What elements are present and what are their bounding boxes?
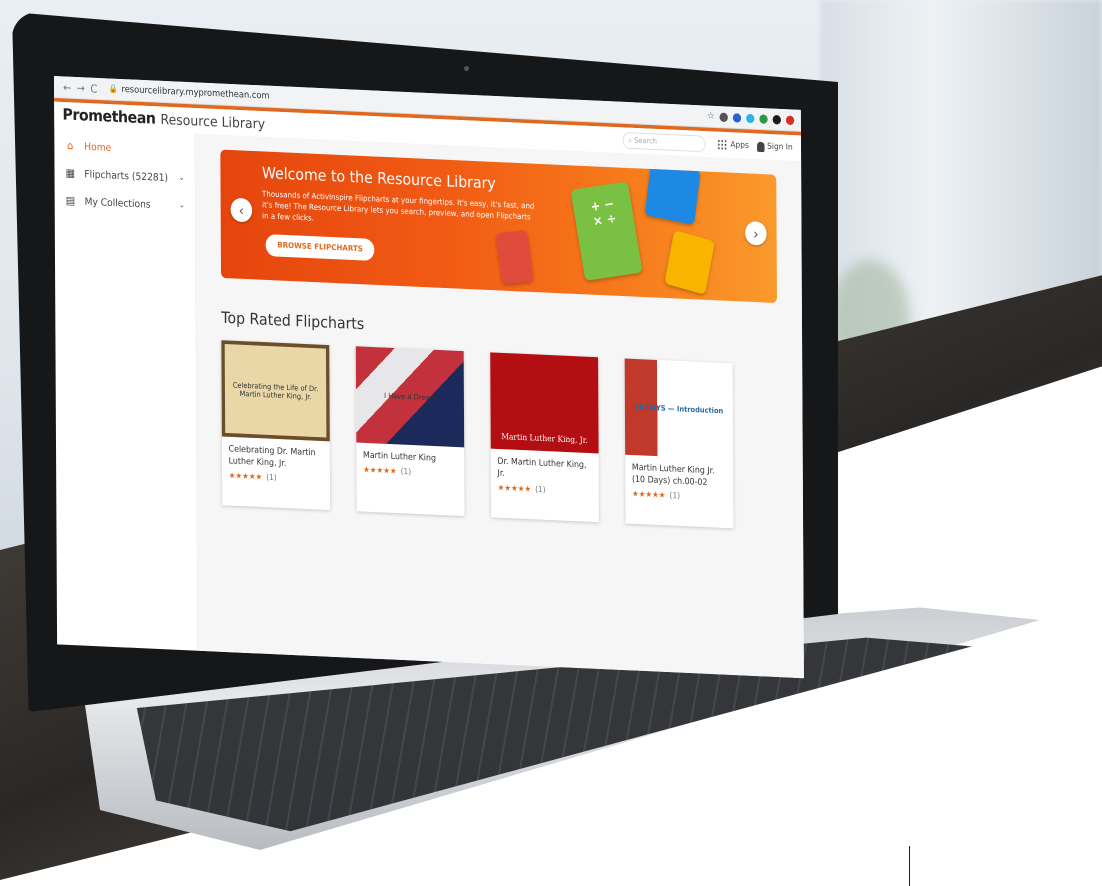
forward-icon[interactable]: → bbox=[74, 81, 87, 94]
laptop-screen: ← → C 🔒 resourcelibrary.mypromethean.com… bbox=[54, 76, 804, 679]
math-symbols: + − × ÷ bbox=[589, 196, 618, 230]
star-rating-icon: ★★★★★ bbox=[631, 489, 666, 501]
star-rating-icon: ★★★★★ bbox=[497, 483, 532, 495]
home-icon: ⌂ bbox=[66, 138, 74, 153]
flipchart-tile-green: + − × ÷ bbox=[570, 181, 643, 281]
brand-logo[interactable]: Promethean bbox=[62, 106, 155, 129]
rating-count: (1) bbox=[266, 472, 277, 483]
site-title: Resource Library bbox=[160, 111, 266, 133]
flipchart-title[interactable]: Celebrating Dr. Martin Luther King, Jr. bbox=[222, 436, 330, 475]
back-icon[interactable]: ← bbox=[61, 80, 74, 94]
banner-title: Welcome to the Resource Library bbox=[261, 164, 496, 194]
flipchart-card[interactable]: Martin Luther King, Jr. Dr. Martin Luthe… bbox=[490, 352, 599, 523]
flipchart-title[interactable]: Dr. Martin Luther King, Jr. bbox=[491, 449, 599, 488]
sidebar-item-label: My Collections bbox=[84, 195, 151, 211]
apps-grid-icon bbox=[717, 139, 728, 151]
sidebar: ⌂ Home ▦ Flipcharts (52281) ⌄ ▤ My Colle… bbox=[54, 127, 199, 651]
flipchart-thumbnail[interactable]: Martin Luther King, Jr. bbox=[490, 352, 599, 454]
flipchart-card[interactable]: I Have a Dream Martin Luther King ★★★★★ … bbox=[355, 346, 465, 517]
sidebar-item-label: Flipcharts (52281) bbox=[84, 167, 169, 184]
carousel-next-button[interactable]: › bbox=[745, 220, 767, 246]
lock-icon: 🔒 bbox=[108, 84, 119, 95]
flipchart-thumbnail[interactable]: 10 DAYS — Introduction bbox=[624, 358, 734, 460]
star-icon[interactable]: ☆ bbox=[707, 111, 714, 121]
extension-icon[interactable] bbox=[719, 112, 728, 122]
rating-count: (1) bbox=[400, 467, 412, 477]
address-bar[interactable]: resourcelibrary.mypromethean.com bbox=[121, 85, 269, 102]
extension-icons: ☆ bbox=[707, 111, 795, 125]
extension-icon[interactable] bbox=[732, 112, 742, 123]
browse-flipcharts-button[interactable]: BROWSE FLIPCHARTS bbox=[265, 234, 375, 261]
collections-icon: ▤ bbox=[65, 193, 76, 208]
star-rating-icon: ★★★★★ bbox=[228, 471, 263, 482]
sidebar-item-collections[interactable]: ▤ My Collections ⌄ bbox=[55, 186, 195, 220]
flipchart-tile-blue bbox=[644, 160, 701, 225]
search-input[interactable]: ⌕ Search bbox=[622, 132, 706, 153]
flipchart-tile-red bbox=[495, 229, 534, 285]
sidebar-item-label: Home bbox=[84, 140, 112, 154]
chevron-down-icon[interactable]: ⌄ bbox=[179, 201, 185, 210]
flipchart-tile-yellow bbox=[664, 230, 716, 295]
star-rating-icon: ★★★★★ bbox=[363, 465, 397, 477]
flipchart-thumbnail[interactable]: Celebrating the Life of Dr. Martin Luthe… bbox=[221, 340, 330, 442]
divider-line bbox=[909, 846, 910, 886]
rating-count: (1) bbox=[669, 491, 681, 501]
sign-in-label: Sign In bbox=[767, 142, 793, 153]
flipchart-card[interactable]: 10 DAYS — Introduction Martin Luther Kin… bbox=[624, 358, 734, 529]
rating-count: (1) bbox=[535, 485, 546, 495]
carousel-prev-button[interactable]: ‹ bbox=[230, 197, 253, 223]
extension-icon[interactable] bbox=[759, 113, 768, 124]
flipchart-thumbnail[interactable]: I Have a Dream bbox=[355, 346, 465, 448]
welcome-carousel: + − × ÷ ‹ › Welcome to the Resource Libra… bbox=[220, 149, 777, 304]
user-icon bbox=[757, 141, 765, 152]
flipchart-cards: Celebrating the Life of Dr. Martin Luthe… bbox=[221, 340, 778, 530]
extension-icon[interactable] bbox=[785, 115, 795, 125]
extension-icon[interactable] bbox=[746, 113, 755, 123]
flipchart-icon: ▦ bbox=[65, 166, 76, 180]
flipchart-card[interactable]: Celebrating the Life of Dr. Martin Luthe… bbox=[221, 340, 331, 511]
main-content: + − × ÷ ‹ › Welcome to the Resource Libra… bbox=[195, 133, 804, 679]
search-placeholder: Search bbox=[634, 136, 657, 146]
apps-label: Apps bbox=[730, 140, 749, 151]
apps-button[interactable]: Apps bbox=[717, 139, 749, 151]
extension-icon[interactable] bbox=[772, 114, 781, 125]
chevron-down-icon[interactable]: ⌄ bbox=[179, 173, 185, 182]
reload-icon[interactable]: C bbox=[87, 82, 100, 95]
webcam bbox=[464, 66, 469, 71]
flipchart-title[interactable]: Martin Luther King Jr. (10 Days) ch.00-0… bbox=[625, 455, 733, 494]
sign-in-button[interactable]: Sign In bbox=[757, 141, 793, 153]
banner-description: Thousands of ActivInspire Flipcharts at … bbox=[262, 189, 535, 224]
